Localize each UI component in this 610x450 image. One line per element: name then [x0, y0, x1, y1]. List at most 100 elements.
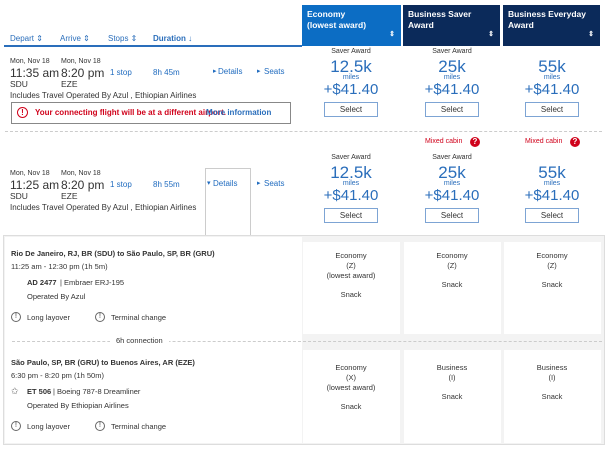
- miles-unit: miles: [342, 74, 360, 81]
- sort-duration[interactable]: Duration ↓: [153, 34, 192, 43]
- meal: Snack: [340, 402, 362, 411]
- award-tag: Saver Award: [331, 48, 371, 55]
- operated-by: Includes Travel Operated By Azul , Ethio…: [10, 203, 197, 212]
- stops-link[interactable]: 1 stop: [110, 68, 132, 77]
- fare-code: (Z): [547, 261, 557, 270]
- select-button[interactable]: Select: [425, 208, 479, 223]
- cabin-name: Business: [436, 363, 468, 372]
- miles-unit: miles: [342, 180, 360, 187]
- star-alliance-icon: ✩: [11, 386, 19, 396]
- fare-code: (X): [346, 373, 356, 382]
- award-tag: Saver Award: [432, 48, 472, 55]
- select-button[interactable]: Select: [324, 208, 378, 223]
- divider: [5, 131, 602, 132]
- flight-number: AD 2477: [27, 278, 57, 287]
- cabin-name: Business: [536, 363, 568, 372]
- meal: Snack: [441, 392, 463, 401]
- depart-date: Mon, Nov 18: [10, 170, 50, 177]
- seats-link[interactable]: Seats: [264, 67, 284, 76]
- caret-right-icon: ▸: [257, 68, 261, 75]
- operated-by: Includes Travel Operated By Azul , Ethio…: [10, 91, 197, 100]
- sort-depart[interactable]: Depart ⇕: [10, 34, 43, 43]
- segment-times: 6:30 pm - 8:20 pm (1h 50m): [11, 371, 104, 380]
- depart-airport: SDU: [10, 191, 28, 201]
- select-button[interactable]: Select: [425, 102, 479, 117]
- mixed-cabin-label: Mixed cabin: [425, 138, 463, 145]
- help-icon[interactable]: ?: [570, 137, 580, 147]
- fare-column-header[interactable]: Business Everyday Award ⇕: [503, 5, 600, 46]
- price-value: +$41.40: [524, 81, 580, 98]
- info-icon: !: [11, 312, 21, 322]
- segment-operated-by: Operated By Azul: [27, 292, 86, 301]
- price-value: +$41.40: [424, 81, 480, 98]
- fare-code: (I): [548, 373, 556, 382]
- price-value: +$41.40: [323, 187, 379, 204]
- fare-column-header[interactable]: Business Saver Award ⇕: [403, 5, 500, 46]
- lowest-award-note: (lowest award): [326, 271, 376, 280]
- column-title: Business Everyday Award: [508, 9, 586, 30]
- aircraft: | Boeing 787-8 Dreamliner: [53, 387, 141, 396]
- header-underline: [4, 45, 302, 47]
- price-value: +$41.40: [524, 187, 580, 204]
- info-icon: !: [95, 312, 105, 322]
- arrive-time: 8:20 pm: [61, 66, 105, 80]
- cabin-name: Economy: [536, 251, 568, 260]
- sort-stops[interactable]: Stops ⇕: [108, 34, 137, 43]
- fare-column-header[interactable]: Economy (lowest award) ⇕: [302, 5, 401, 46]
- cabin-name: Economy: [436, 251, 468, 260]
- column-title: Business Saver Award: [408, 9, 472, 30]
- fare-code: (I): [448, 373, 456, 382]
- sort-arrive[interactable]: Arrive ⇕: [60, 34, 90, 43]
- price-value: +$41.40: [424, 187, 480, 204]
- select-button[interactable]: Select: [525, 102, 579, 117]
- segment-note: Terminal change: [111, 422, 167, 431]
- aircraft: | Embraer ERJ-195: [60, 278, 125, 287]
- lowest-award-note: (lowest award): [326, 383, 376, 392]
- caret-right-icon: ▸: [257, 180, 261, 187]
- select-button[interactable]: Select: [324, 102, 378, 117]
- cabin-name: Economy: [335, 251, 367, 260]
- depart-time: 11:25 am: [10, 178, 60, 192]
- info-icon: !: [11, 421, 21, 431]
- select-button[interactable]: Select: [525, 208, 579, 223]
- depart-time: 11:35 am: [10, 66, 60, 80]
- segment-route: São Paulo, SP, BR (GRU) to Buenos Aires,…: [11, 358, 195, 367]
- arrive-airport: EZE: [61, 191, 78, 201]
- depart-airport: SDU: [10, 79, 28, 89]
- more-information-link[interactable]: More information: [206, 108, 271, 117]
- depart-date: Mon, Nov 18: [10, 58, 50, 65]
- flight-number: ET 506: [27, 387, 52, 396]
- price-value: +$41.40: [323, 81, 379, 98]
- seats-link[interactable]: Seats: [264, 179, 284, 188]
- segment-operated-by: Operated By Ethiopian Airlines: [27, 401, 129, 410]
- stops-link[interactable]: 1 stop: [110, 180, 132, 189]
- connection-line: [12, 341, 602, 342]
- segment-route: Rio De Janeiro, RJ, BR (SDU) to São Paul…: [11, 249, 215, 258]
- segment-note: Terminal change: [111, 313, 167, 322]
- details-link[interactable]: Details: [218, 67, 242, 76]
- segment-note: Long layover: [27, 422, 70, 431]
- warning-text: Your connecting flight will be at a diff…: [35, 108, 226, 117]
- caret-down-icon: ▾: [207, 180, 211, 187]
- arrive-date: Mon, Nov 18: [61, 58, 101, 65]
- connection-label: 6h connection: [110, 336, 169, 345]
- sort-icon[interactable]: ⇕: [588, 29, 594, 40]
- miles-unit: miles: [543, 180, 561, 187]
- arrive-airport: EZE: [61, 79, 78, 89]
- duration: 8h 45m: [153, 68, 180, 77]
- column-subtitle: (lowest award): [307, 20, 367, 30]
- details-link[interactable]: Details: [213, 179, 237, 188]
- award-tag: Saver Award: [331, 154, 371, 161]
- miles-unit: miles: [543, 74, 561, 81]
- segment-note: Long layover: [27, 313, 70, 322]
- fare-code: (Z): [447, 261, 457, 270]
- cabin-name: Economy: [335, 363, 367, 372]
- help-icon[interactable]: ?: [470, 137, 480, 147]
- award-tag: Saver Award: [432, 154, 472, 161]
- meal: Snack: [340, 290, 362, 299]
- info-icon: !: [95, 421, 105, 431]
- sort-icon[interactable]: ⇕: [488, 29, 494, 40]
- meal: Snack: [541, 280, 563, 289]
- sort-icon[interactable]: ⇕: [389, 29, 395, 40]
- duration: 8h 55m: [153, 180, 180, 189]
